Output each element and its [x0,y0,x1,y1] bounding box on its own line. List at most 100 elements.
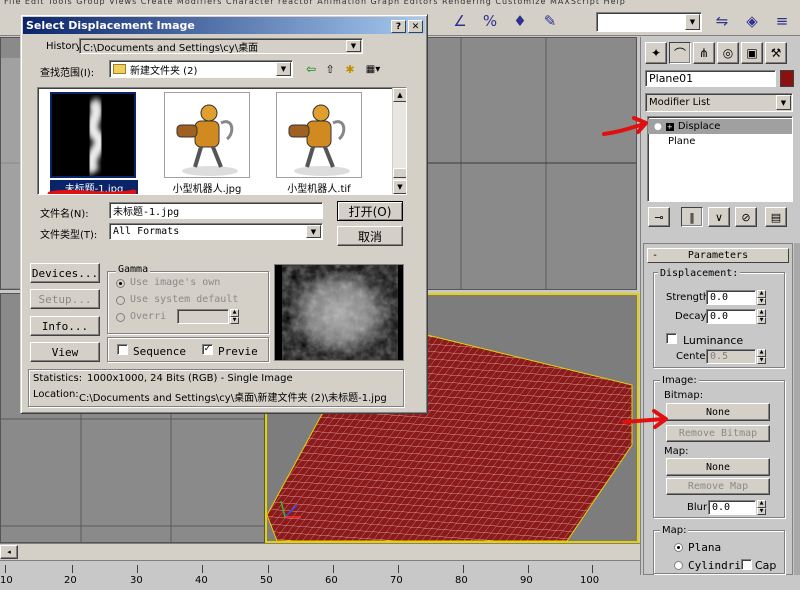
chevron-down-icon[interactable]: ▼ [685,14,700,30]
gamma-override-radio[interactable] [116,313,125,322]
file-thumbnail[interactable] [276,92,362,178]
show-end-result-icon[interactable]: ‖ [681,207,703,227]
scroll-thumb[interactable] [393,168,406,178]
modifier-list-label: Modifier List [649,97,711,108]
mirror-icon[interactable]: ⇋ [710,10,734,32]
create-tab-icon[interactable]: ✦ [645,42,667,64]
modifier-stack[interactable]: ● + Displace Plane [647,116,793,202]
modify-tab-icon[interactable]: ⌒ [669,42,691,64]
devices-button[interactable]: Devices... [30,263,100,283]
strength-input[interactable]: 0.0 [706,290,756,305]
preview-texture [288,269,392,357]
up-folder-icon[interactable]: ⇧ [322,61,338,77]
cap-checkbox[interactable] [741,559,752,570]
chevron-down-icon[interactable]: ▼ [776,95,791,110]
statistics-label: Statistics: [33,373,83,384]
pin-stack-icon[interactable]: ⊸ [648,207,670,227]
modifier-list-dropdown[interactable]: Modifier List ▼ [645,93,793,112]
gamma-override-input[interactable] [177,309,229,324]
timeline-tick: 50 [260,575,273,586]
file-thumbnail[interactable] [164,92,250,178]
timeline-tick: 70 [390,575,403,586]
gamma-system-radio[interactable] [116,296,125,305]
setup-button[interactable]: Setup... [30,289,100,309]
planar-radio[interactable] [674,543,683,552]
map-none-button[interactable]: None [666,458,770,476]
display-tab-icon[interactable]: ▣ [741,42,763,64]
cylindrical-radio[interactable] [674,561,683,570]
sequence-label: Sequence [133,345,186,358]
gamma-own-radio[interactable] [116,279,125,288]
stack-item-plane[interactable]: Plane [648,134,792,148]
timeline-tick: 20 [64,575,77,586]
center-spinner[interactable]: ▲ ▼ [757,349,766,364]
utilities-tab-icon[interactable]: ⚒ [765,42,787,64]
filetype-dropdown[interactable]: All Formats ▼ [109,223,323,240]
gamma-override-spinner[interactable]: ▲ ▼ [230,309,239,324]
gamma-override-label: Overri [130,311,167,322]
remove-map-button[interactable]: Remove Map [666,478,770,495]
make-unique-icon[interactable]: ∨ [708,207,730,227]
luminance-checkbox[interactable] [666,333,677,344]
displacement-title: Displacement: [658,268,741,279]
gamma-own-label: Use image's own [130,277,221,288]
command-panel-scrollbar[interactable] [794,243,800,575]
file-list-scrollbar[interactable]: ▲ ▼ [392,88,406,194]
chevron-down-icon[interactable]: ▼ [276,62,291,76]
close-icon[interactable]: ✕ [408,20,423,33]
remove-bitmap-button[interactable]: Remove Bitmap [666,425,770,442]
robot-thumbnail [288,104,350,176]
object-name-field[interactable]: Plane01 [645,70,776,87]
spinner-snap-icon[interactable]: ♦ [508,10,532,32]
lightbulb-icon[interactable]: ● [654,122,662,132]
scroll-down-icon[interactable]: ▼ [393,180,406,194]
new-folder-icon[interactable]: ✱ [342,61,358,77]
cancel-button[interactable]: 取消 [337,226,403,246]
expand-icon[interactable]: + [665,122,674,131]
dialog-titlebar[interactable]: Select Displacement Image ? ✕ [23,17,425,34]
edit-named-selection-icon[interactable]: ✎ [538,10,562,32]
image-preview [274,264,404,361]
time-slider-track[interactable]: ◂ [0,543,640,560]
chevron-down-icon[interactable]: ▼ [306,225,321,238]
parameters-rollout-header[interactable]: - Parameters [647,248,789,263]
select-displacement-image-dialog: Select Displacement Image ? ✕ History: C… [20,14,428,414]
sequence-checkbox[interactable] [117,344,128,355]
center-input[interactable]: 0.5 [706,349,756,364]
scroll-up-icon[interactable]: ▲ [393,88,406,102]
view-menu-icon[interactable]: ▦▾ [362,61,384,77]
percent-snap-icon[interactable]: % [478,10,502,32]
file-label[interactable]: 小型机器人.tif [264,180,374,194]
timeline[interactable]: 10 20 30 40 50 60 70 80 90 100 [0,560,640,590]
angle-snap-icon[interactable]: ∠ [448,10,472,32]
motion-tab-icon[interactable]: ◎ [717,42,739,64]
bitmap-none-button[interactable]: None [666,403,770,421]
history-dropdown[interactable]: C:\Documents and Settings\cy\桌面 ▼ [79,38,363,54]
file-label[interactable]: 小型机器人.jpg [152,180,262,194]
file-thumbnail[interactable] [50,92,136,178]
hierarchy-tab-icon[interactable]: ⋔ [693,42,715,64]
align-icon[interactable]: ◈ [740,10,764,32]
stack-item-displace[interactable]: ● + Displace [648,119,792,134]
time-slider-handle[interactable]: ◂ [0,545,18,559]
preview-checkbox[interactable]: ✓ [202,344,213,355]
filename-input[interactable]: 未标题-1.jpg [109,202,323,219]
blur-input[interactable]: 0.0 [708,500,756,515]
strength-spinner[interactable]: ▲ ▼ [757,290,766,305]
info-button[interactable]: Info... [30,316,100,336]
help-icon[interactable]: ? [391,20,406,33]
blur-spinner[interactable]: ▲ ▼ [757,500,766,515]
open-button[interactable]: 打开(O) [337,201,403,221]
configure-modifier-sets-icon[interactable]: ▤ [765,207,787,227]
named-selection-set[interactable]: ▼ [596,12,702,32]
view-button[interactable]: View [30,342,100,362]
decay-spinner[interactable]: ▲ ▼ [757,309,766,324]
lookin-dropdown[interactable]: 新建文件夹 (2) ▼ [109,60,293,78]
remove-modifier-icon[interactable]: ⊘ [735,207,757,227]
decay-input[interactable]: 0.0 [706,309,756,324]
layer-icon[interactable]: ≡ [770,10,794,32]
object-color-swatch[interactable] [780,70,794,87]
file-list[interactable]: 未标题-1.jpg 小型机器人.jpg 小型机器人.tif ▲ ▼ [37,87,407,195]
back-arrow-icon[interactable]: ⇦ [303,61,319,77]
chevron-down-icon[interactable]: ▼ [346,40,361,52]
